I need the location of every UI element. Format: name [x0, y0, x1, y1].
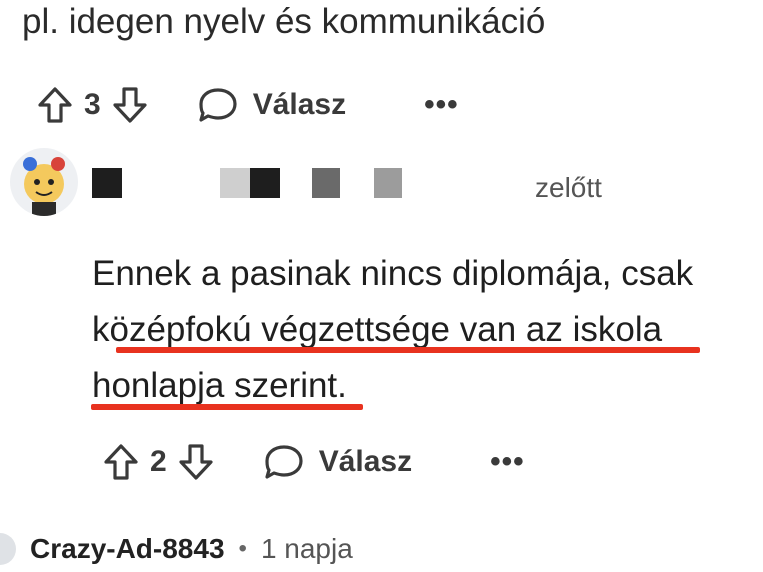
more-options-icon[interactable]: ••• — [490, 445, 525, 479]
comment-timestamp: 1 napja — [260, 533, 353, 564]
comment-timestamp: zelőtt — [535, 172, 602, 203]
speech-bubble-icon — [199, 88, 237, 122]
avatar[interactable] — [0, 533, 16, 565]
reply-label: Válasz — [252, 88, 347, 121]
comment-body: Ennek a pasinak nincs diplomája, csak kö… — [92, 246, 752, 414]
downvote-arrow-icon[interactable] — [109, 84, 151, 126]
previous-comment-action-bar: 3 Válasz ••• — [34, 80, 459, 130]
upvote-count: 2 — [150, 445, 167, 478]
upvote-count: 3 — [84, 88, 101, 121]
comment-line-1: Ennek a pasinak nincs diplomája, csak — [92, 254, 694, 293]
upvote-arrow-icon[interactable] — [100, 441, 142, 483]
redacted-username — [92, 164, 532, 202]
next-comment-header: Crazy-Ad-8843 • 1 napja — [0, 526, 353, 572]
comment-action-bar: 2 Válasz ••• — [100, 437, 525, 487]
reply-button[interactable]: Válasz — [263, 443, 412, 481]
speech-bubble-icon — [265, 445, 303, 479]
downvote-arrow-icon[interactable] — [175, 441, 217, 483]
previous-comment-text: pl. idegen nyelv és kommunikáció — [22, 2, 546, 41]
red-highlight-underline — [91, 404, 363, 410]
username[interactable]: Crazy-Ad-8843 — [30, 533, 225, 565]
upvote-arrow-icon[interactable] — [34, 84, 76, 126]
reply-label: Válasz — [318, 445, 413, 478]
avatar[interactable] — [10, 148, 78, 216]
more-options-icon[interactable]: ••• — [424, 88, 459, 122]
red-highlight-underline — [116, 347, 700, 353]
separator-dot: • — [238, 535, 247, 562]
reply-button[interactable]: Válasz — [197, 86, 346, 124]
